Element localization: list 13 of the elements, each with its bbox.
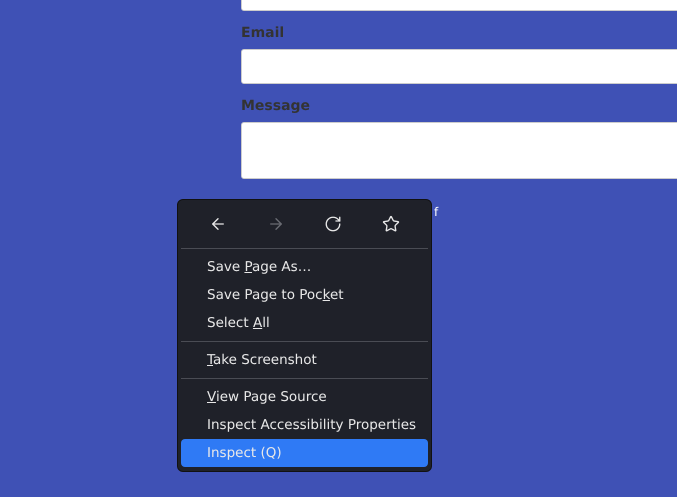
partial-text: f [434, 205, 438, 219]
menu-item[interactable]: Select All [181, 309, 428, 337]
menu-item[interactable]: Inspect Accessibility Properties [181, 411, 428, 439]
star-icon [382, 215, 400, 233]
input-field[interactable] [241, 49, 677, 84]
menu-item[interactable]: Save Page As… [181, 253, 428, 281]
message-field[interactable] [241, 122, 677, 179]
menu-item[interactable]: Take Screenshot [181, 346, 428, 374]
menu-item[interactable]: Save Page to Pocket [181, 281, 428, 309]
reload-icon [324, 215, 342, 233]
field-label: Email [241, 25, 284, 41]
menu-item[interactable]: View Page Source [181, 383, 428, 411]
field-label: Message [241, 98, 310, 114]
